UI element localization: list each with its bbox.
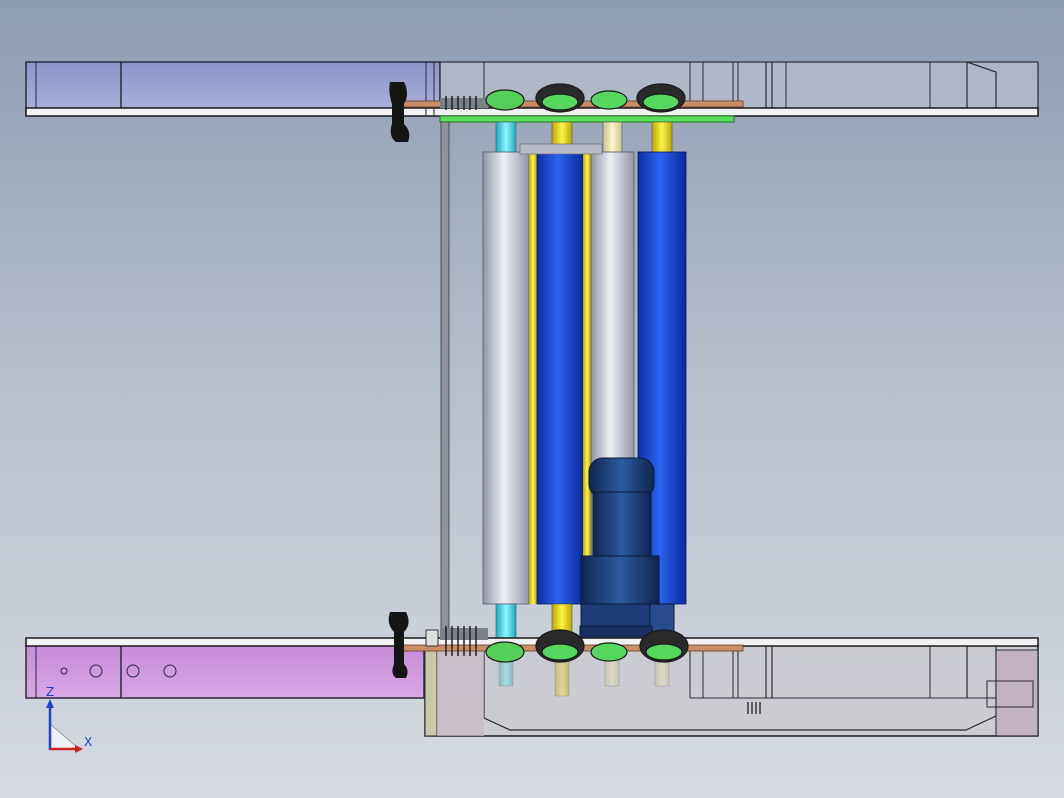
top-frame-left-section [25, 61, 441, 113]
roller-gap-yellow [529, 152, 537, 604]
bottom-frame [25, 612, 1039, 737]
rollers [482, 143, 687, 605]
z-axis-label: Z [46, 685, 54, 699]
triad-plane-icon [49, 722, 80, 751]
roller-gap-yellow-2 [583, 152, 591, 604]
roller-blue-left [536, 151, 584, 605]
bottom-frame-left-section [25, 642, 425, 699]
top-green-plate [439, 115, 735, 123]
cad-roller-assembly-view: Z X [25, 61, 1039, 753]
top-spring [440, 96, 488, 110]
tie-rod [440, 121, 450, 643]
roller-silver-left [482, 151, 530, 605]
x-axis-label: X [84, 735, 92, 749]
top-frame [25, 61, 1039, 142]
